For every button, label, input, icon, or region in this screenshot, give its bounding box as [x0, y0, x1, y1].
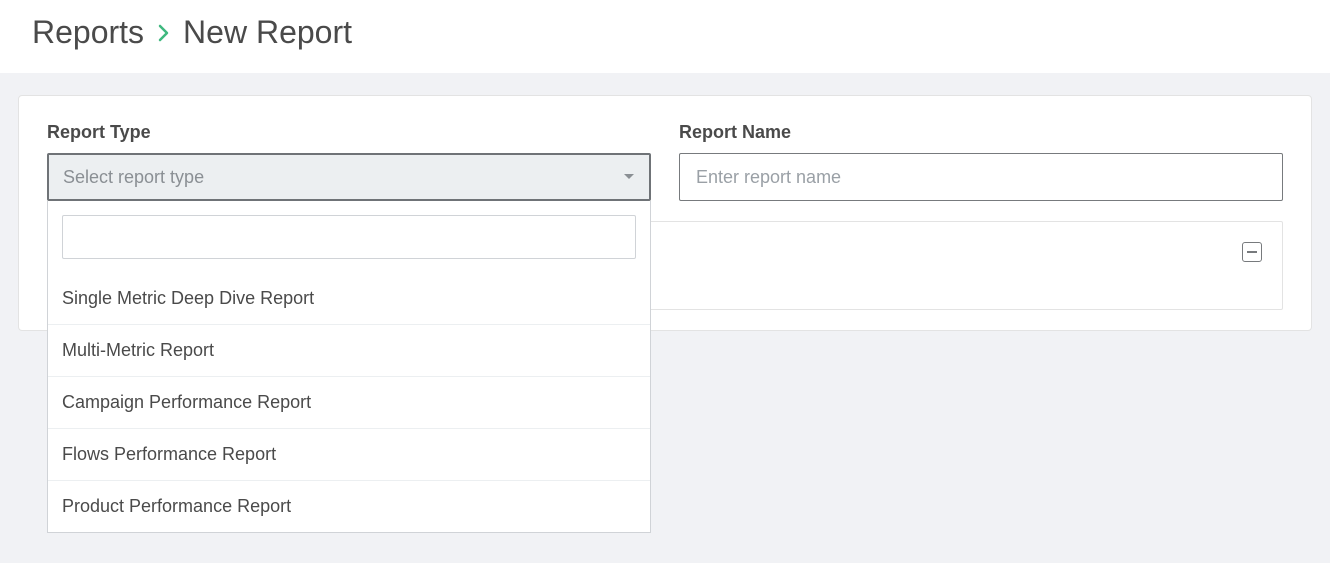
report-name-group: Report Name: [679, 122, 1283, 201]
report-name-input[interactable]: [679, 153, 1283, 201]
report-type-select-wrapper: Select report type Single Metric Deep Di…: [47, 153, 651, 201]
report-type-group: Report Type Select report type Single: [47, 122, 651, 201]
dropdown-option[interactable]: Product Performance Report: [48, 480, 650, 532]
content-area: Report Type Select report type Single: [0, 73, 1330, 563]
collapse-button[interactable]: [1242, 242, 1262, 262]
page-header: Reports New Report: [0, 0, 1330, 73]
report-type-select[interactable]: Select report type: [47, 153, 651, 201]
report-type-label: Report Type: [47, 122, 651, 143]
report-name-label: Report Name: [679, 122, 1283, 143]
dropdown-option[interactable]: Single Metric Deep Dive Report: [48, 273, 650, 324]
minus-icon: [1247, 251, 1257, 253]
dropdown-list: Single Metric Deep Dive Report Multi-Met…: [48, 273, 650, 532]
dropdown-option[interactable]: Campaign Performance Report: [48, 376, 650, 428]
select-placeholder: Select report type: [63, 167, 204, 188]
dropdown-search-input[interactable]: [62, 215, 636, 259]
dropdown-search-wrap: [48, 201, 650, 273]
report-type-dropdown: Single Metric Deep Dive Report Multi-Met…: [47, 201, 651, 533]
breadcrumb-current: New Report: [183, 14, 352, 51]
form-row: Report Type Select report type Single: [47, 122, 1283, 201]
report-form-card: Report Type Select report type Single: [18, 95, 1312, 331]
breadcrumb-parent-link[interactable]: Reports: [32, 14, 144, 51]
dropdown-option[interactable]: Multi-Metric Report: [48, 324, 650, 376]
chevron-right-icon: [158, 24, 169, 42]
dropdown-option[interactable]: Flows Performance Report: [48, 428, 650, 480]
breadcrumb: Reports New Report: [32, 14, 1298, 51]
caret-down-icon: [623, 168, 635, 186]
